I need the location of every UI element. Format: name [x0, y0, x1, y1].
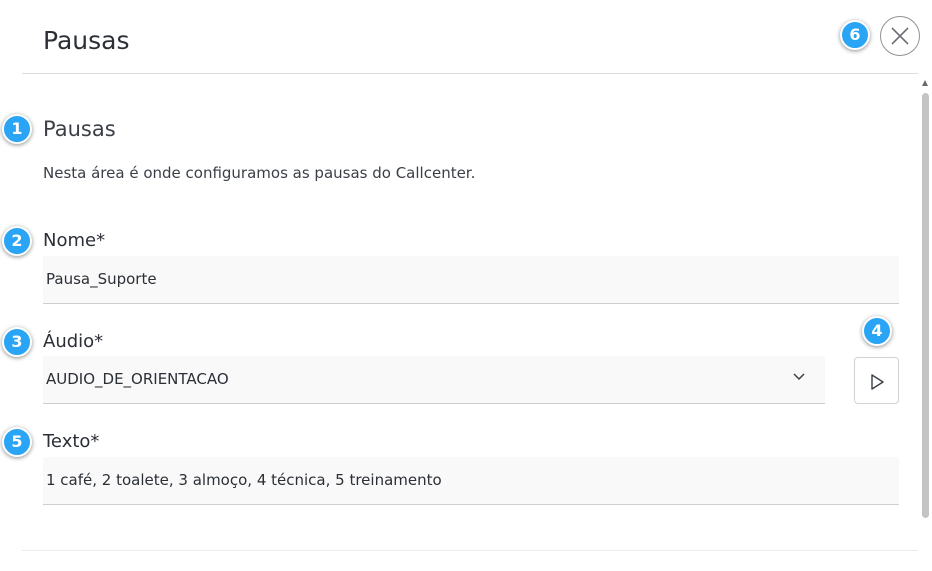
text-field[interactable]: 1 café, 2 toalete, 3 almoço, 4 técnica, … — [43, 457, 899, 505]
name-field-value: Pausa_Suporte — [46, 270, 157, 288]
chevron-down-icon — [793, 373, 805, 381]
audio-label: Áudio* — [43, 331, 104, 352]
scrollbar-thumb[interactable] — [922, 93, 929, 518]
name-field[interactable]: Pausa_Suporte — [43, 256, 899, 304]
callout-badge: 5 — [2, 427, 32, 457]
audio-select[interactable]: AUDIO_DE_ORIENTACAO — [43, 356, 825, 404]
section-title: Pausas — [43, 117, 116, 141]
callout-badge: 2 — [2, 226, 32, 256]
scroll-up-arrow-icon[interactable] — [922, 80, 928, 86]
footer-divider — [22, 550, 918, 551]
play-icon — [871, 374, 884, 390]
callout-badge: 1 — [2, 114, 32, 144]
name-label: Nome* — [43, 230, 106, 251]
text-label: Texto* — [43, 431, 100, 452]
header-divider — [22, 73, 918, 74]
callout-badge: 3 — [2, 327, 32, 357]
audio-select-value: AUDIO_DE_ORIENTACAO — [46, 370, 229, 388]
close-button[interactable] — [880, 16, 920, 56]
play-audio-button[interactable] — [854, 357, 899, 404]
close-icon — [891, 27, 909, 45]
callout-badge: 6 — [840, 20, 870, 50]
text-field-value: 1 café, 2 toalete, 3 almoço, 4 técnica, … — [46, 471, 442, 489]
section-description: Nesta área é onde configuramos as pausas… — [43, 164, 476, 182]
callout-badge: 4 — [862, 316, 892, 346]
dialog-title: Pausas — [43, 26, 130, 55]
